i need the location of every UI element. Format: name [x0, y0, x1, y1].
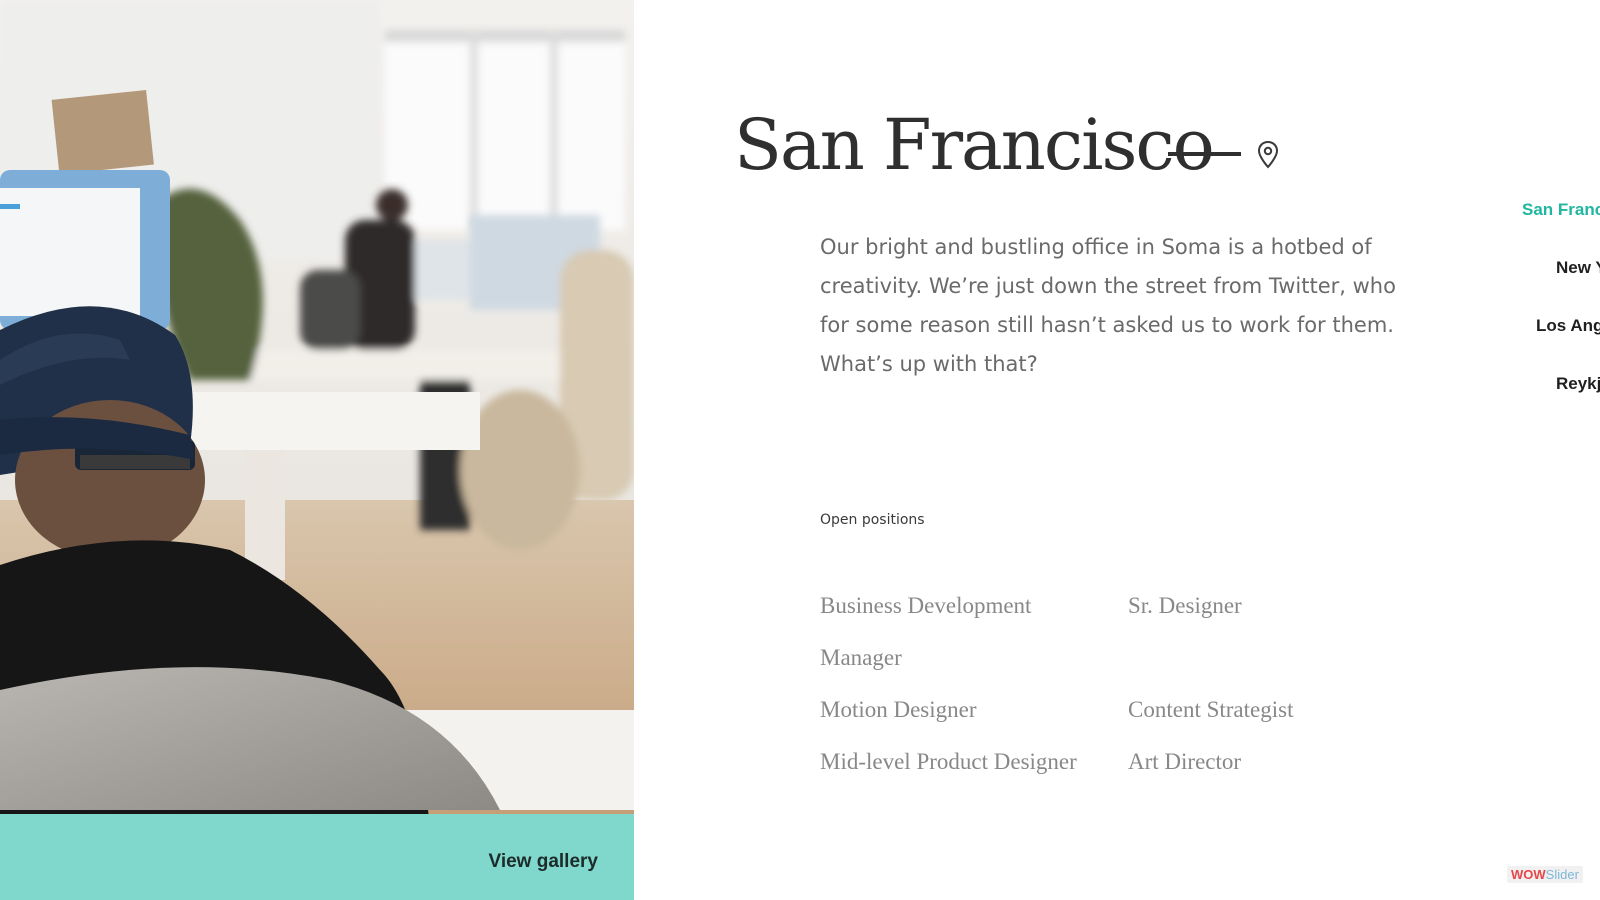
position-link[interactable]: Content Strategist: [1128, 684, 1340, 736]
wowslider-badge-wow: WOW: [1511, 867, 1546, 882]
office-photo-illustration: [0, 0, 634, 814]
office-photo: [0, 0, 634, 814]
location-pin-icon: [1257, 140, 1279, 169]
position-link[interactable]: Sr. Designer: [1128, 580, 1340, 684]
open-positions-label: Open positions: [820, 512, 925, 528]
wowslider-badge-slider: Slider: [1545, 867, 1579, 882]
view-gallery-button[interactable]: View gallery: [0, 814, 634, 900]
city-nav-item-los-angeles[interactable]: Los Ang: [1536, 316, 1600, 336]
positions-list: Business Development Manager Sr. Designe…: [820, 580, 1340, 788]
position-link[interactable]: Business Development Manager: [820, 580, 1080, 684]
position-link[interactable]: Art Director: [1128, 736, 1340, 788]
position-link[interactable]: Motion Designer: [820, 684, 1128, 736]
view-gallery-label: View gallery: [488, 851, 599, 872]
title-dash: [1168, 152, 1241, 156]
wowslider-badge[interactable]: WOWSlider: [1507, 866, 1583, 883]
city-nav-item-san-francisco[interactable]: San Franc: [1522, 200, 1600, 220]
position-link[interactable]: Mid-level Product Designer: [820, 736, 1128, 788]
page-title: San Francisco: [734, 104, 1215, 186]
office-description: Our bright and bustling office in Soma i…: [820, 235, 1396, 376]
city-nav-item-new-york[interactable]: New Y: [1556, 258, 1600, 278]
city-nav-item-reykjavik[interactable]: Reykj: [1556, 374, 1600, 394]
